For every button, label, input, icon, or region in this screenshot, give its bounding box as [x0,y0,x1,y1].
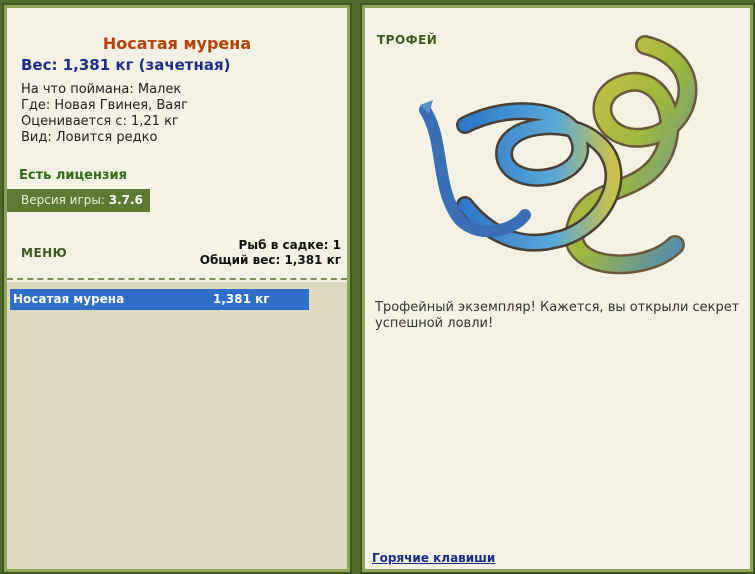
divider [7,278,347,280]
version-number: 3.7.6 [108,193,143,207]
version-badge: Версия игры: 3.7.6 [7,189,150,212]
bait-info: На что поймана: Малек [21,82,182,97]
location-info: Где: Новая Гвинея, Ваяг [21,98,188,113]
value-info: Оценивается с: 1,21 кг [21,114,179,129]
catch-stats: Рыб в садке: 1 Общий вес: 1,381 кг [200,238,341,268]
total-weight: Общий вес: 1,381 кг [199,253,341,267]
trophy-description: Трофейный экземпляр! Кажется, вы открыли… [375,300,740,331]
fish-weight: Вес: 1,381 кг (зачетная) [21,56,231,74]
rarity-info: Вид: Ловится редко [21,130,158,145]
fish-count: Рыб в садке: 1 [238,238,342,252]
list-item[interactable]: Носатая мурена 1,381 кг [10,289,309,310]
version-label: Версия игры: [21,193,105,207]
hotkeys-link[interactable]: Горячие клавиши [372,551,495,565]
list-item-name: Носатая мурена [13,292,125,306]
trophy-panel: ТРОФЕЙ Трофейный экземпляр! Кажется, вы … [360,3,755,574]
fish-list: Носатая мурена 1,381 кг [7,282,347,569]
license-status: Есть лицензия [19,168,127,183]
fish-info-panel: Носатая мурена Вес: 1,381 кг (зачетная) … [2,3,352,574]
fish-name-title: Носатая мурена [102,34,252,53]
menu-button[interactable]: МЕНЮ [21,246,67,260]
list-item-weight: 1,381 кг [213,292,270,306]
fish-image [419,35,698,275]
